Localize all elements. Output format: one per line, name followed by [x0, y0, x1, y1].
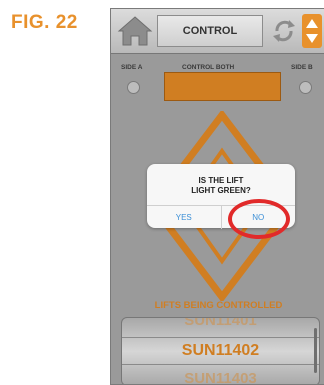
picker-divider: [122, 337, 319, 338]
home-button[interactable]: [115, 12, 155, 50]
picker-scrollbar[interactable]: [314, 328, 317, 373]
phone-screen: CONTROL SIDE A CONTROL BOTH SIDE B IS TH…: [110, 8, 324, 385]
control-both-button[interactable]: [164, 72, 281, 101]
top-toolbar: CONTROL: [111, 9, 324, 54]
side-b-indicator[interactable]: [299, 81, 312, 94]
dialog-message-line1: IS THE LIFT: [198, 176, 244, 185]
lift-item[interactable]: SUN11401: [122, 318, 319, 329]
lift-picker[interactable]: SUN11401 SUN11402 SUN11403: [121, 317, 320, 384]
side-b-label: SIDE B: [291, 64, 313, 71]
refresh-icon: [273, 20, 295, 42]
lifts-section-label: LIFTS BEING CONTROLLED: [154, 300, 283, 311]
page-title: CONTROL: [157, 15, 263, 47]
lift-item-selected[interactable]: SUN11402: [122, 342, 319, 360]
dialog-message: IS THE LIFT LIGHT GREEN?: [147, 176, 295, 196]
lift-item[interactable]: SUN11403: [122, 370, 319, 384]
yes-button[interactable]: YES: [147, 206, 222, 229]
side-a-indicator[interactable]: [127, 81, 140, 94]
dialog-message-line2: LIGHT GREEN?: [191, 186, 251, 195]
sort-button[interactable]: [302, 14, 322, 48]
picker-divider: [122, 364, 319, 365]
side-a-label: SIDE A: [121, 64, 143, 71]
refresh-button[interactable]: [268, 14, 300, 48]
home-icon: [117, 16, 153, 46]
figure-label: FIG. 22: [11, 12, 78, 33]
control-both-label: CONTROL BOTH: [182, 64, 235, 71]
highlight-circle: [228, 199, 290, 239]
sort-arrows-icon: [306, 19, 318, 43]
